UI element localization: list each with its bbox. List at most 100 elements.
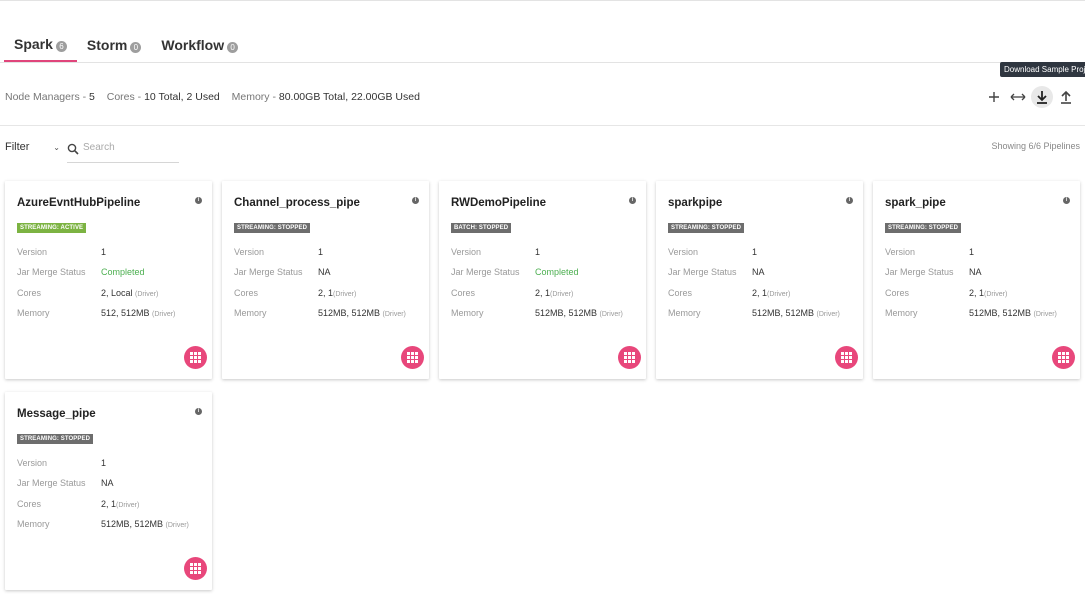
cores-text: 2, 1	[752, 287, 768, 298]
cores-driver-note: (Driver)	[767, 290, 791, 298]
memory-text: 512MB, 512MB	[535, 307, 600, 318]
memory-row: Memory 512MB, 512MB (Driver)	[17, 519, 189, 539]
pipeline-card[interactable]: RWDemoPipeline i BATCH: STOPPED Version …	[439, 181, 646, 379]
cores-driver-note: (Driver)	[550, 290, 574, 298]
download-tooltip: Download Sample Project	[1000, 62, 1085, 77]
memory-text: 512, 512MB	[101, 307, 153, 318]
pipeline-card[interactable]: spark_pipe i STREAMING: STOPPED Version …	[873, 181, 1080, 379]
memory-driver-note: (Driver)	[816, 310, 840, 318]
filter-dropdown[interactable]: Filter ⌄	[5, 141, 60, 153]
memory-text: 512MB, 512MB	[318, 307, 383, 318]
version-value: 1	[101, 458, 107, 468]
version-label: Version	[17, 247, 48, 257]
info-icon[interactable]: i	[629, 197, 636, 204]
memory-row: Memory 512MB, 512MB (Driver)	[234, 308, 406, 328]
jar-merge-status-value: NA	[969, 267, 982, 278]
pipeline-card[interactable]: AzureEvntHubPipeline i STREAMING: ACTIVE…	[5, 181, 212, 379]
cores-label: Cores	[885, 287, 910, 298]
cores-label: Cores	[668, 287, 693, 298]
tab-label: Storm	[86, 37, 128, 53]
pipeline-name: Message_pipe	[17, 408, 96, 420]
jar-merge-status-value: NA	[752, 267, 765, 278]
memory-label: Memory	[234, 307, 267, 318]
cores-label: Cores	[17, 287, 42, 298]
grid-icon	[190, 563, 201, 574]
cores-driver-note: (Driver)	[116, 501, 140, 509]
cores-value: 2, 1(Driver)	[318, 288, 356, 308]
memory-value: 512MB, 512MB (Driver)	[969, 308, 1057, 328]
cores-value: 2, 1(Driver)	[752, 288, 790, 308]
info-icon[interactable]: i	[195, 408, 202, 415]
jar-merge-status-label: Jar Merge Status	[234, 267, 303, 278]
cores-row: Cores 2, 1(Driver)	[885, 288, 1057, 308]
version-label: Version	[17, 458, 48, 468]
pipeline-actions-button[interactable]	[618, 346, 641, 369]
stats-divider	[0, 125, 1085, 126]
cluster-stats: Node Managers - 5 Cores - 10 Total, 2 Us…	[5, 91, 420, 103]
version-row: Version 1	[234, 247, 406, 267]
pipeline-name: RWDemoPipeline	[451, 197, 546, 209]
plus-icon[interactable]	[983, 86, 1005, 108]
status-badge: STREAMING: STOPPED	[234, 223, 311, 233]
pipeline-actions-button[interactable]	[184, 346, 207, 369]
cores-row: Cores 2, 1(Driver)	[451, 288, 623, 308]
pipeline-details: Version 1 Jar Merge Status Completed Cor…	[451, 247, 623, 328]
memory-row: Memory 512MB, 512MB (Driver)	[668, 308, 840, 328]
memory-value: 512MB, 512MB (Driver)	[101, 519, 189, 539]
grid-icon	[190, 352, 201, 363]
cores-row: Cores 2, 1(Driver)	[234, 288, 406, 308]
download-icon[interactable]	[1031, 86, 1053, 108]
version-row: Version 1	[451, 247, 623, 267]
memory-text: 512MB, 512MB	[752, 307, 817, 318]
jar-merge-status-value: NA	[318, 267, 331, 278]
pipeline-card[interactable]: Message_pipe i STREAMING: STOPPED Versio…	[5, 392, 212, 590]
cores-row: Cores 2, 1(Driver)	[668, 288, 840, 308]
jar-merge-status-label: Jar Merge Status	[17, 478, 86, 489]
memory-value: 512, 512MB (Driver)	[101, 308, 175, 328]
pipeline-name: AzureEvntHubPipeline	[17, 197, 141, 209]
chevron-down-icon: ⌄	[53, 143, 60, 152]
tab-storm[interactable]: Storm 0	[77, 28, 151, 62]
pipeline-actions-button[interactable]	[1052, 346, 1075, 369]
pipeline-card[interactable]: Channel_process_pipe i STREAMING: STOPPE…	[222, 181, 429, 379]
memory-value: 512MB, 512MB (Driver)	[535, 308, 623, 328]
version-value: 1	[101, 247, 107, 257]
tabs-divider	[0, 62, 1085, 63]
filter-label: Filter	[5, 141, 30, 153]
jar-merge-status-row: Jar Merge Status NA	[885, 267, 1057, 287]
version-value: 1	[752, 247, 758, 257]
jar-merge-status-label: Jar Merge Status	[451, 267, 520, 278]
tab-label: Workflow	[161, 37, 225, 53]
cores-row: Cores 2, 1(Driver)	[17, 499, 189, 519]
version-value: 1	[535, 247, 541, 257]
jar-merge-status-label: Jar Merge Status	[668, 267, 737, 278]
arrows-horizontal-icon[interactable]	[1007, 86, 1029, 108]
pipeline-card[interactable]: sparkpipe i STREAMING: STOPPED Version 1…	[656, 181, 863, 379]
tab-count-badge: 6	[55, 40, 67, 52]
cores-text: 2, 1	[101, 498, 117, 509]
pipeline-actions-button[interactable]	[401, 346, 424, 369]
version-label: Version	[451, 247, 482, 257]
tab-workflow[interactable]: Workflow 0	[151, 28, 248, 62]
pipeline-actions-button[interactable]	[184, 557, 207, 580]
info-icon[interactable]: i	[846, 197, 853, 204]
upload-icon[interactable]	[1055, 86, 1077, 108]
memory-row: Memory 512MB, 512MB (Driver)	[885, 308, 1057, 328]
cores-text: 2, 1	[969, 287, 985, 298]
info-icon[interactable]: i	[412, 197, 419, 204]
info-icon[interactable]: i	[1063, 197, 1070, 204]
cores-driver-note: (Driver)	[333, 290, 357, 298]
jar-merge-status-row: Jar Merge Status NA	[668, 267, 840, 287]
version-label: Version	[668, 247, 699, 257]
pipeline-details: Version 1 Jar Merge Status NA Cores 2, 1…	[234, 247, 406, 328]
info-icon[interactable]: i	[195, 197, 202, 204]
pipeline-details: Version 1 Jar Merge Status NA Cores 2, 1…	[668, 247, 840, 328]
cores-text: 2, 1	[535, 287, 551, 298]
search-input[interactable]	[83, 142, 173, 153]
tab-spark[interactable]: Spark 6	[4, 28, 77, 62]
memory-driver-note: (Driver)	[1033, 310, 1057, 318]
pipeline-details: Version 1 Jar Merge Status NA Cores 2, 1…	[17, 458, 189, 539]
pipeline-actions-button[interactable]	[835, 346, 858, 369]
pipeline-name: sparkpipe	[668, 197, 723, 209]
pipeline-details: Version 1 Jar Merge Status NA Cores 2, 1…	[885, 247, 1057, 328]
